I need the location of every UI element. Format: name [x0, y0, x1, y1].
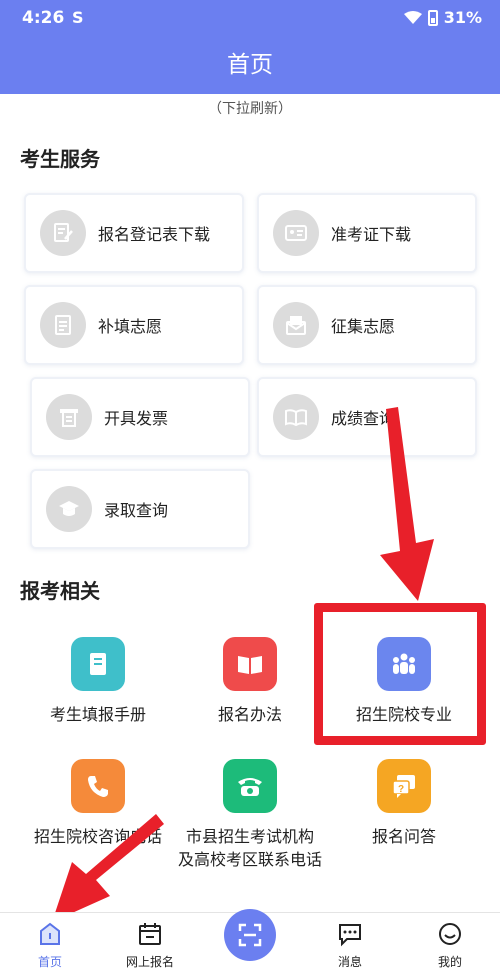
- calendar-icon: [135, 919, 165, 949]
- service-card-label: 录取查询: [104, 501, 169, 520]
- related-item-label: 报名办法: [217, 705, 282, 724]
- letter-icon: [273, 302, 319, 348]
- tab-home[interactable]: 首页: [15, 919, 85, 970]
- graduation-cap-icon: [46, 486, 92, 532]
- service-card-score-query[interactable]: 成绩查询: [257, 377, 477, 457]
- manual-book-icon: [71, 637, 125, 691]
- tab-label: 首页: [37, 955, 62, 969]
- related-item-label: 市县招生考试机构 及高校考区联系电话: [160, 825, 340, 871]
- bottom-tab-bar: 首页 网上报名 消息 我的: [0, 909, 500, 979]
- tab-label: 消息: [337, 955, 362, 969]
- service-card-collect-choice[interactable]: 征集志愿: [257, 285, 477, 365]
- service-card-registration-form[interactable]: 报名登记表下载: [24, 193, 244, 273]
- battery-icon: [427, 9, 438, 26]
- related-item-label: 报名问答: [371, 827, 436, 846]
- scan-icon: [238, 923, 262, 947]
- related-item-registration-method[interactable]: 报名办法: [170, 637, 330, 726]
- related-item-label: 考生填报手册: [49, 705, 146, 724]
- service-card-label: 征集志愿: [331, 317, 396, 336]
- battery-percent: 31%: [443, 8, 482, 27]
- related-item-label-line2: 及高校考区联系电话: [177, 850, 322, 869]
- tab-profile[interactable]: 我的: [415, 919, 485, 970]
- pull-refresh-hint: （下拉刷新）: [208, 101, 292, 117]
- service-card-invoice[interactable]: 开具发票: [30, 377, 250, 457]
- service-card-admission-ticket[interactable]: 准考证下载: [257, 193, 477, 273]
- tab-messages[interactable]: 消息: [315, 919, 385, 970]
- services-section-title: 考生服务: [20, 147, 100, 171]
- related-item-qa[interactable]: ? 报名问答: [324, 759, 484, 848]
- tab-label: 网上报名: [125, 955, 174, 969]
- status-bar: 4:26 S 31%: [0, 0, 500, 36]
- related-section-title: 报考相关: [20, 579, 100, 603]
- tab-online-registration[interactable]: 网上报名: [115, 919, 185, 970]
- home-icon: [35, 919, 65, 949]
- invoice-icon: [46, 394, 92, 440]
- message-icon: [335, 919, 365, 949]
- page-title: 首页: [0, 36, 500, 94]
- related-item-exam-agency-phone[interactable]: 市县招生考试机构 及高校考区联系电话: [160, 759, 340, 871]
- service-card-label: 准考证下载: [331, 225, 412, 244]
- svg-text:?: ?: [398, 784, 404, 795]
- wifi-icon: [403, 10, 422, 24]
- tab-label: 我的: [437, 955, 462, 969]
- form-edit-icon: [40, 210, 86, 256]
- service-card-label: 开具发票: [104, 409, 169, 428]
- service-card-label: 补填志愿: [98, 317, 163, 336]
- app-indicator-icon: S: [72, 8, 84, 27]
- service-card-admission-query[interactable]: 录取查询: [30, 469, 250, 549]
- service-card-label: 成绩查询: [331, 409, 396, 428]
- service-card-label: 报名登记表下载: [98, 225, 211, 244]
- telephone-icon: [223, 759, 277, 813]
- related-item-manual[interactable]: 考生填报手册: [18, 637, 178, 726]
- open-book-icon: [223, 637, 277, 691]
- profile-icon: [435, 919, 465, 949]
- status-time: 4:26: [22, 8, 65, 28]
- related-item-college-phone[interactable]: 招生院校咨询电话: [18, 759, 178, 848]
- question-chat-icon: ?: [377, 759, 431, 813]
- phone-icon: [71, 759, 125, 813]
- service-card-supplement-choice[interactable]: 补填志愿: [24, 285, 244, 365]
- scan-button[interactable]: [224, 909, 276, 961]
- related-item-label: 招生院校咨询电话: [33, 827, 162, 846]
- highlight-box: [314, 603, 486, 745]
- book-open-icon: [273, 394, 319, 440]
- document-icon: [40, 302, 86, 348]
- related-item-label-line1: 市县招生考试机构: [185, 827, 314, 846]
- id-card-icon: [273, 210, 319, 256]
